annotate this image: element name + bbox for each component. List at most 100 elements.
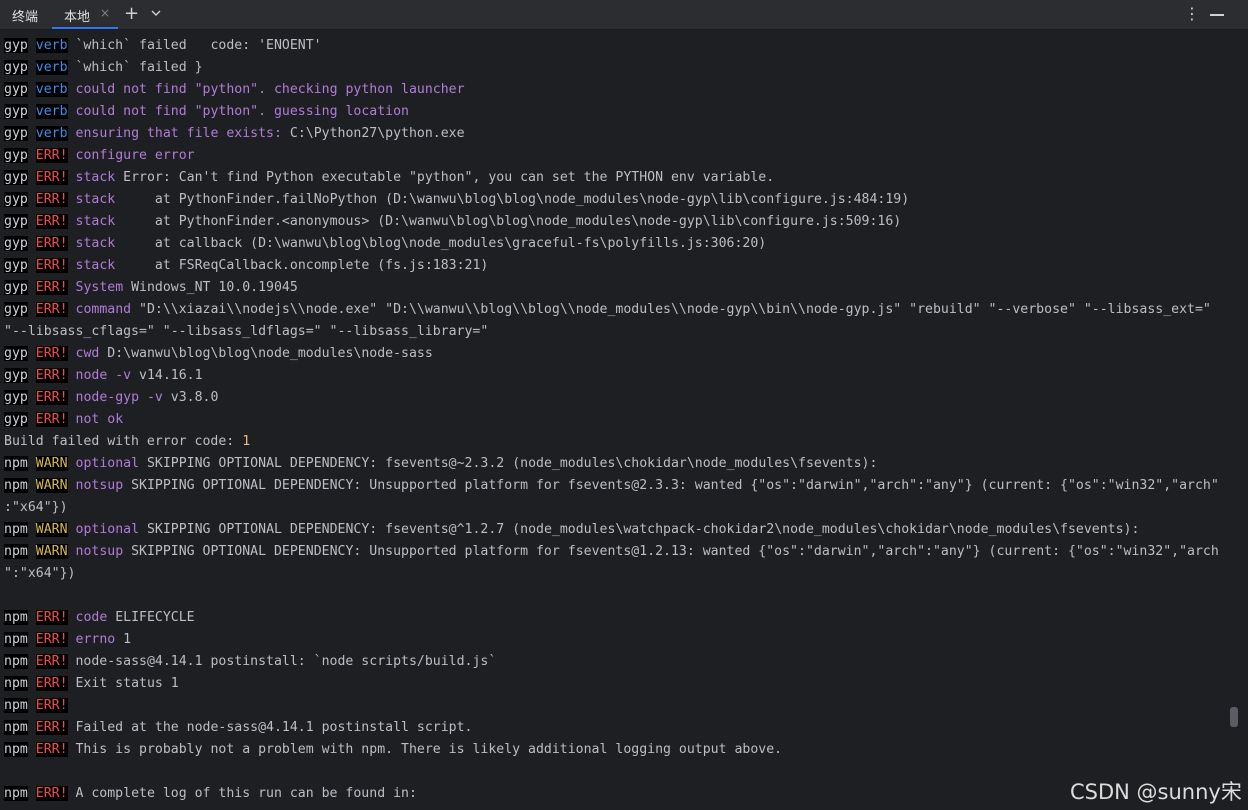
terminal-line: gyp ERR! stack at callback (D:\wanwu\blo…: [4, 233, 1219, 255]
log-text: at FSReqCallback.oncomplete (fs.js:183:2…: [115, 258, 489, 273]
log-source: npm: [4, 742, 28, 757]
terminal-line: npm ERR! Exit status 1: [4, 673, 1219, 695]
log-level-err: ERR!: [35, 148, 68, 163]
log-level-err: ERR!: [35, 786, 68, 801]
log-keyword: code: [75, 610, 108, 625]
log-level-verb: verb: [35, 38, 68, 53]
log-text: C:\Python27\python.exe: [281, 126, 465, 141]
terminal-line: npm ERR! node-sass@4.14.1 postinstall: `…: [4, 651, 1219, 673]
log-keyword: stack: [75, 236, 116, 251]
log-level-verb: verb: [35, 60, 68, 75]
log-level-err: ERR!: [35, 720, 68, 735]
log-level-err: ERR!: [35, 346, 68, 361]
terminal-line: ":"x64"}): [4, 563, 1219, 585]
log-text: at callback (D:\wanwu\blog\blog\node_mod…: [115, 236, 767, 251]
terminal-line: gyp ERR! cwd D:\wanwu\blog\blog\node_mod…: [4, 343, 1219, 365]
log-source: npm: [4, 786, 28, 801]
terminal-line: :"x64"}): [4, 497, 1219, 519]
log-source: gyp: [4, 192, 28, 207]
log-source: gyp: [4, 104, 28, 119]
log-source: npm: [4, 544, 28, 559]
terminal-line: npm ERR! This is probably not a problem …: [4, 739, 1219, 761]
log-level-err: ERR!: [35, 742, 68, 757]
log-level-err: ERR!: [35, 236, 68, 251]
log-keyword: System: [75, 280, 124, 295]
log-text: `which` failed }: [67, 60, 203, 75]
log-text: v14.16.1: [131, 368, 203, 383]
log-level-err: ERR!: [35, 390, 68, 405]
log-keyword: stack: [75, 214, 116, 229]
log-level-warn: WARN: [35, 522, 68, 537]
log-source: npm: [4, 676, 28, 691]
terminal-line: npm WARN optional SKIPPING OPTIONAL DEPE…: [4, 519, 1219, 541]
log-source: gyp: [4, 412, 28, 427]
tab-local[interactable]: 本地 ×: [52, 0, 118, 29]
log-text: D:\wanwu\blog\blog\node_modules\node-sas…: [99, 346, 433, 361]
log-keyword: optional: [75, 522, 140, 537]
log-keyword: errno: [75, 632, 116, 647]
plus-icon[interactable]: +: [124, 3, 139, 24]
log-text: ELIFECYCLE: [107, 610, 195, 625]
log-level-err: ERR!: [35, 676, 68, 691]
log-text: :"x64"}): [4, 500, 68, 515]
log-source: gyp: [4, 214, 28, 229]
log-level-err: ERR!: [35, 698, 68, 713]
log-level-err: ERR!: [35, 170, 68, 185]
chevron-down-icon[interactable]: [150, 7, 162, 23]
log-source: gyp: [4, 60, 28, 75]
close-icon[interactable]: ×: [100, 6, 110, 20]
log-level-verb: verb: [35, 82, 68, 97]
log-keyword: command: [75, 302, 132, 317]
log-level-err: ERR!: [35, 258, 68, 273]
log-text: at PythonFinder.<anonymous> (D:\wanwu\bl…: [115, 214, 902, 229]
log-source: gyp: [4, 368, 28, 383]
terminal-line: gyp verb could not find "python". guessi…: [4, 101, 1219, 123]
log-level-warn: WARN: [35, 456, 68, 471]
more-vertical-icon[interactable]: ⋮: [1184, 4, 1200, 23]
log-level-warn: WARN: [35, 544, 68, 559]
log-text: Error: Can't find Python executable "pyt…: [115, 170, 775, 185]
log-text: "--libsass_cflags=" "--libsass_ldflags="…: [4, 324, 489, 339]
log-keyword: could not find "python". guessing locati…: [75, 104, 409, 119]
log-source: npm: [4, 632, 28, 647]
log-source: gyp: [4, 126, 28, 141]
log-text: at PythonFinder.failNoPython (D:\wanwu\b…: [115, 192, 910, 207]
terminal-output[interactable]: gyp verb `which` failed code: 'ENOENT' gy…: [4, 35, 1219, 805]
watermark: CSDN @sunny宋: [1070, 780, 1242, 804]
terminal-line: npm ERR!: [4, 695, 1219, 717]
log-level-err: ERR!: [35, 280, 68, 295]
log-keyword: could not find "python". checking python…: [75, 82, 465, 97]
log-source: npm: [4, 610, 28, 625]
log-level-warn: WARN: [35, 478, 68, 493]
log-source: gyp: [4, 38, 28, 53]
log-level-verb: verb: [35, 104, 68, 119]
terminal-line: npm WARN notsup SKIPPING OPTIONAL DEPEND…: [4, 475, 1219, 497]
terminal-tab-bar: 终端 本地 × + ⋮: [0, 0, 1248, 30]
terminal-line: gyp ERR! stack at PythonFinder.<anonymou…: [4, 211, 1219, 233]
log-source: npm: [4, 456, 28, 471]
log-level-err: ERR!: [35, 302, 68, 317]
minimize-icon[interactable]: [1210, 14, 1224, 16]
log-text: SKIPPING OPTIONAL DEPENDENCY: Unsupporte…: [123, 544, 1219, 559]
log-text: Exit status 1: [67, 676, 179, 691]
scrollbar-thumb[interactable]: [1230, 707, 1238, 727]
